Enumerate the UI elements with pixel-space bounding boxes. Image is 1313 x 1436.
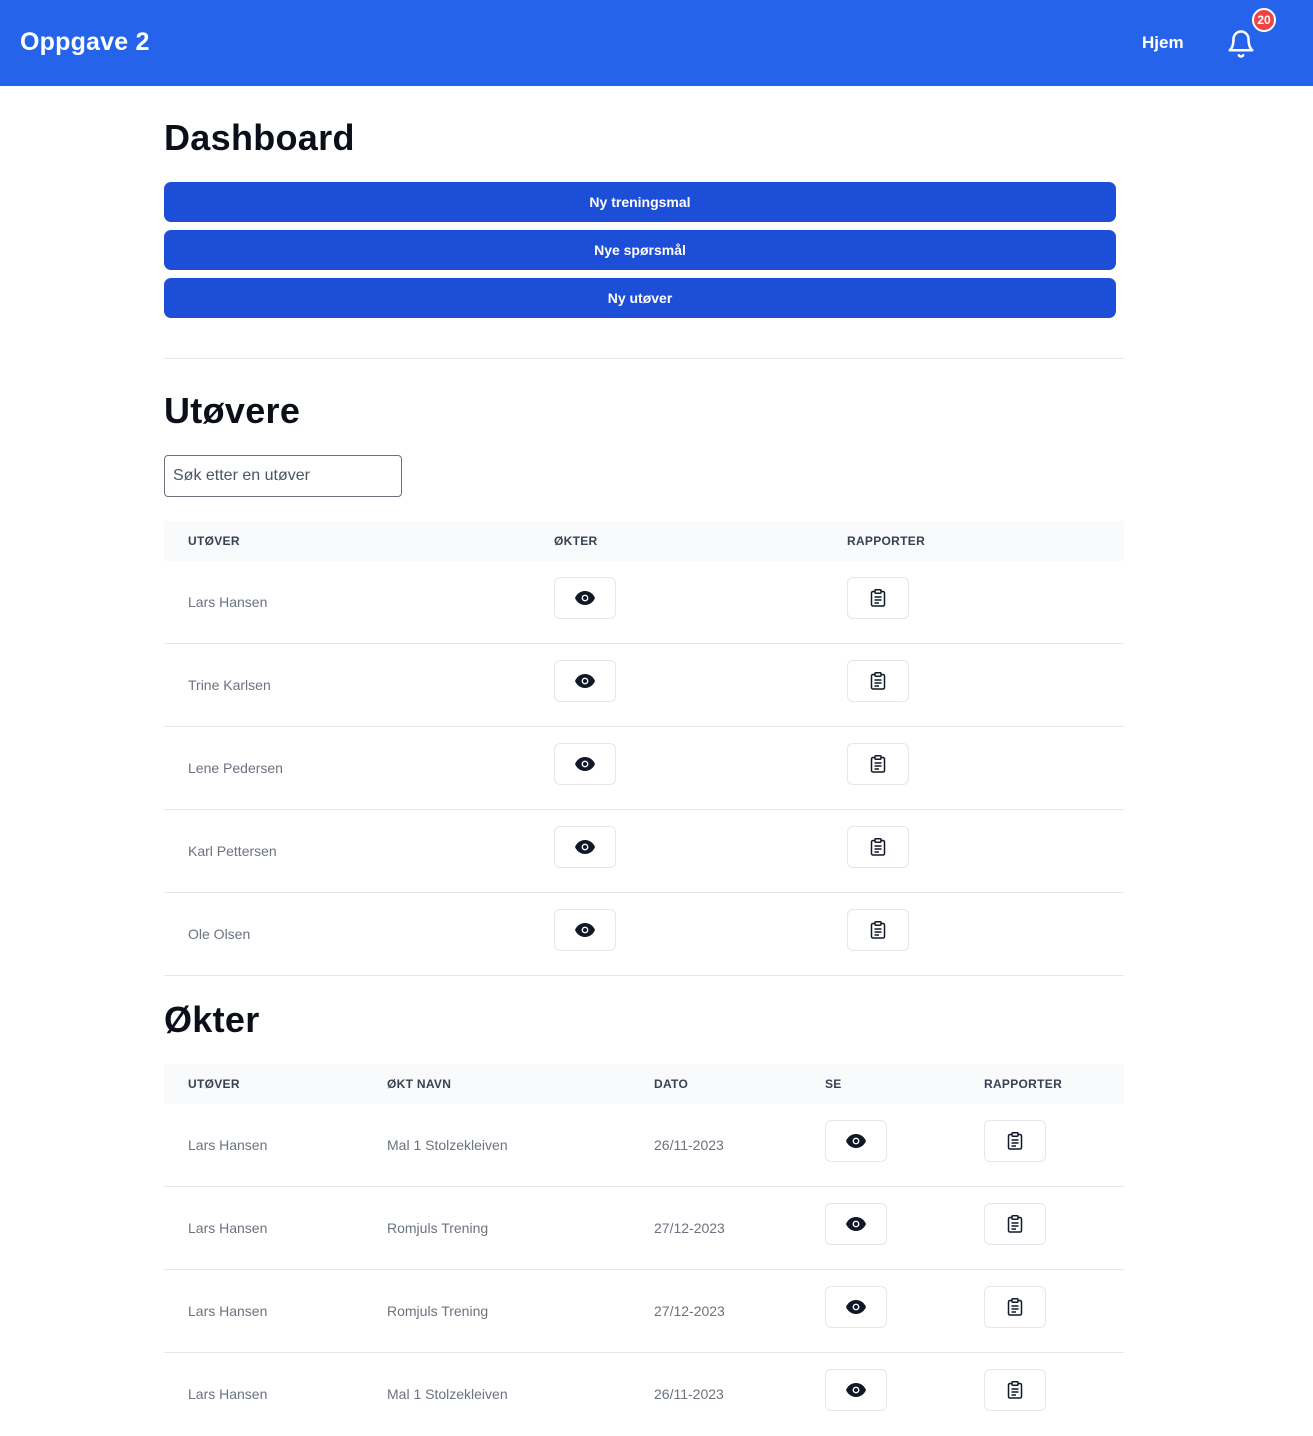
view-sessions-button[interactable] bbox=[554, 660, 616, 702]
view-reports-button[interactable] bbox=[847, 909, 909, 951]
section-divider bbox=[164, 358, 1124, 359]
column-header-reports: RAPPORTER bbox=[847, 534, 926, 548]
session-name: Mal 1 Stolzekleiven bbox=[387, 1386, 508, 1402]
session-athlete: Lars Hansen bbox=[188, 1220, 268, 1236]
view-sessions-button[interactable] bbox=[554, 577, 616, 619]
clipboard-icon bbox=[1007, 1132, 1023, 1150]
athletes-table-header: UTØVER ØKTER RAPPORTER bbox=[164, 521, 1124, 561]
session-row: Lars Hansen Mal 1 Stolzekleiven 26/11-20… bbox=[164, 1353, 1124, 1436]
clipboard-icon bbox=[870, 589, 886, 607]
new-questions-button[interactable]: Nye spørsmål bbox=[164, 230, 1116, 270]
athlete-row: Karl Pettersen bbox=[164, 810, 1124, 893]
clipboard-icon bbox=[870, 838, 886, 856]
new-training-template-button[interactable]: Ny treningsmal bbox=[164, 182, 1116, 222]
column-header-athlete: UTØVER bbox=[188, 534, 240, 548]
athlete-name: Karl Pettersen bbox=[188, 843, 277, 859]
session-athlete: Lars Hansen bbox=[188, 1386, 268, 1402]
athlete-name: Ole Olsen bbox=[188, 926, 251, 942]
view-session-button[interactable] bbox=[825, 1369, 887, 1411]
session-date: 27/12-2023 bbox=[654, 1303, 725, 1319]
column-header-athlete: UTØVER bbox=[188, 1077, 240, 1091]
eye-icon bbox=[846, 1300, 866, 1314]
sessions-table-header: UTØVER ØKT NAVN DATO SE RAPPORTER bbox=[164, 1064, 1124, 1104]
view-session-button[interactable] bbox=[825, 1120, 887, 1162]
view-sessions-button[interactable] bbox=[554, 743, 616, 785]
session-name: Mal 1 Stolzekleiven bbox=[387, 1137, 508, 1153]
column-header-reports: RAPPORTER bbox=[984, 1077, 1063, 1091]
clipboard-icon bbox=[1007, 1381, 1023, 1399]
session-name: Romjuls Trening bbox=[387, 1220, 489, 1236]
clipboard-icon bbox=[1007, 1215, 1023, 1233]
view-session-button[interactable] bbox=[825, 1286, 887, 1328]
nav-home-link[interactable]: Hjem bbox=[1142, 33, 1184, 53]
eye-icon bbox=[846, 1217, 866, 1231]
eye-icon bbox=[575, 757, 595, 771]
view-sessions-button[interactable] bbox=[554, 909, 616, 951]
athlete-row: Lene Pedersen bbox=[164, 727, 1124, 810]
session-date: 26/11-2023 bbox=[654, 1137, 724, 1153]
session-report-button[interactable] bbox=[984, 1120, 1046, 1162]
column-header-view: SE bbox=[825, 1077, 842, 1091]
view-reports-button[interactable] bbox=[847, 660, 909, 702]
eye-icon bbox=[575, 674, 595, 688]
session-name: Romjuls Trening bbox=[387, 1303, 489, 1319]
athlete-name: Trine Karlsen bbox=[188, 677, 271, 693]
eye-icon bbox=[575, 840, 595, 854]
clipboard-icon bbox=[870, 672, 886, 690]
session-row: Lars Hansen Mal 1 Stolzekleiven 26/11-20… bbox=[164, 1104, 1124, 1187]
view-sessions-button[interactable] bbox=[554, 826, 616, 868]
athlete-row: Ole Olsen bbox=[164, 893, 1124, 976]
view-reports-button[interactable] bbox=[847, 743, 909, 785]
athlete-row: Trine Karlsen bbox=[164, 644, 1124, 727]
athlete-name: Lars Hansen bbox=[188, 594, 268, 610]
session-row: Lars Hansen Romjuls Trening 27/12-2023 bbox=[164, 1270, 1124, 1353]
session-athlete: Lars Hansen bbox=[188, 1137, 268, 1153]
brand-title[interactable]: Oppgave 2 bbox=[20, 28, 150, 57]
session-report-button[interactable] bbox=[984, 1286, 1046, 1328]
athlete-row: Lars Hansen bbox=[164, 561, 1124, 644]
new-athlete-button[interactable]: Ny utøver bbox=[164, 278, 1116, 318]
dashboard-title: Dashboard bbox=[164, 117, 355, 158]
eye-icon bbox=[575, 591, 595, 605]
clipboard-icon bbox=[870, 921, 886, 939]
column-header-session-name: ØKT NAVN bbox=[387, 1077, 452, 1091]
bell-icon[interactable] bbox=[1226, 28, 1256, 60]
column-header-date: DATO bbox=[654, 1077, 689, 1091]
sessions-title: Økter bbox=[164, 999, 260, 1040]
view-reports-button[interactable] bbox=[847, 577, 909, 619]
notification-badge: 20 bbox=[1252, 8, 1276, 32]
eye-icon bbox=[846, 1383, 866, 1397]
view-session-button[interactable] bbox=[825, 1203, 887, 1245]
athletes-title: Utøvere bbox=[164, 390, 301, 431]
athlete-search-input[interactable] bbox=[164, 455, 402, 497]
session-athlete: Lars Hansen bbox=[188, 1303, 268, 1319]
view-reports-button[interactable] bbox=[847, 826, 909, 868]
navbar: Oppgave 2 Hjem 20 bbox=[0, 0, 1313, 86]
athlete-name: Lene Pedersen bbox=[188, 760, 283, 776]
clipboard-icon bbox=[1007, 1298, 1023, 1316]
column-header-sessions: ØKTER bbox=[554, 534, 598, 548]
session-report-button[interactable] bbox=[984, 1203, 1046, 1245]
session-date: 26/11-2023 bbox=[654, 1386, 724, 1402]
session-row: Lars Hansen Romjuls Trening 27/12-2023 bbox=[164, 1187, 1124, 1270]
eye-icon bbox=[846, 1134, 866, 1148]
session-report-button[interactable] bbox=[984, 1369, 1046, 1411]
session-date: 27/12-2023 bbox=[654, 1220, 725, 1236]
clipboard-icon bbox=[870, 755, 886, 773]
eye-icon bbox=[575, 923, 595, 937]
